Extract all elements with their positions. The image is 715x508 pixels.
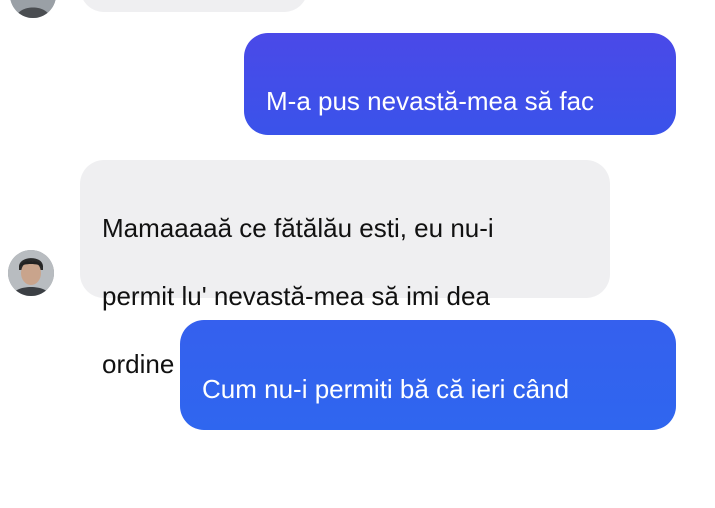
contact-avatar[interactable] [8, 250, 54, 296]
message-bubble-incoming-2[interactable]: Mamaaaaă ce fătălău esti, eu nu-i permit… [80, 160, 610, 379]
message-line: permit lu' nevastă-mea să imi dea [102, 281, 490, 311]
message-line: Cum nu-i permiti bă că ieri când [202, 374, 570, 404]
message-line: M-a pus nevastă-mea să fac [266, 86, 595, 116]
message-bubble-incoming-0[interactable] [80, 0, 308, 12]
contact-avatar-icon [10, 0, 56, 18]
contact-avatar-top[interactable] [10, 0, 56, 18]
message-bubble-outgoing-1[interactable]: M-a pus nevastă-mea să fac curat prin ca… [244, 33, 676, 184]
message-line: Mamaaaaă ce fătălău esti, eu nu-i [102, 213, 494, 243]
message-bubble-outgoing-3[interactable]: Cum nu-i permiti bă că ieri când am fost… [180, 320, 676, 472]
contact-avatar-icon [8, 250, 54, 296]
message-line: am fost la tine îi călcai o rochie [202, 442, 558, 472]
